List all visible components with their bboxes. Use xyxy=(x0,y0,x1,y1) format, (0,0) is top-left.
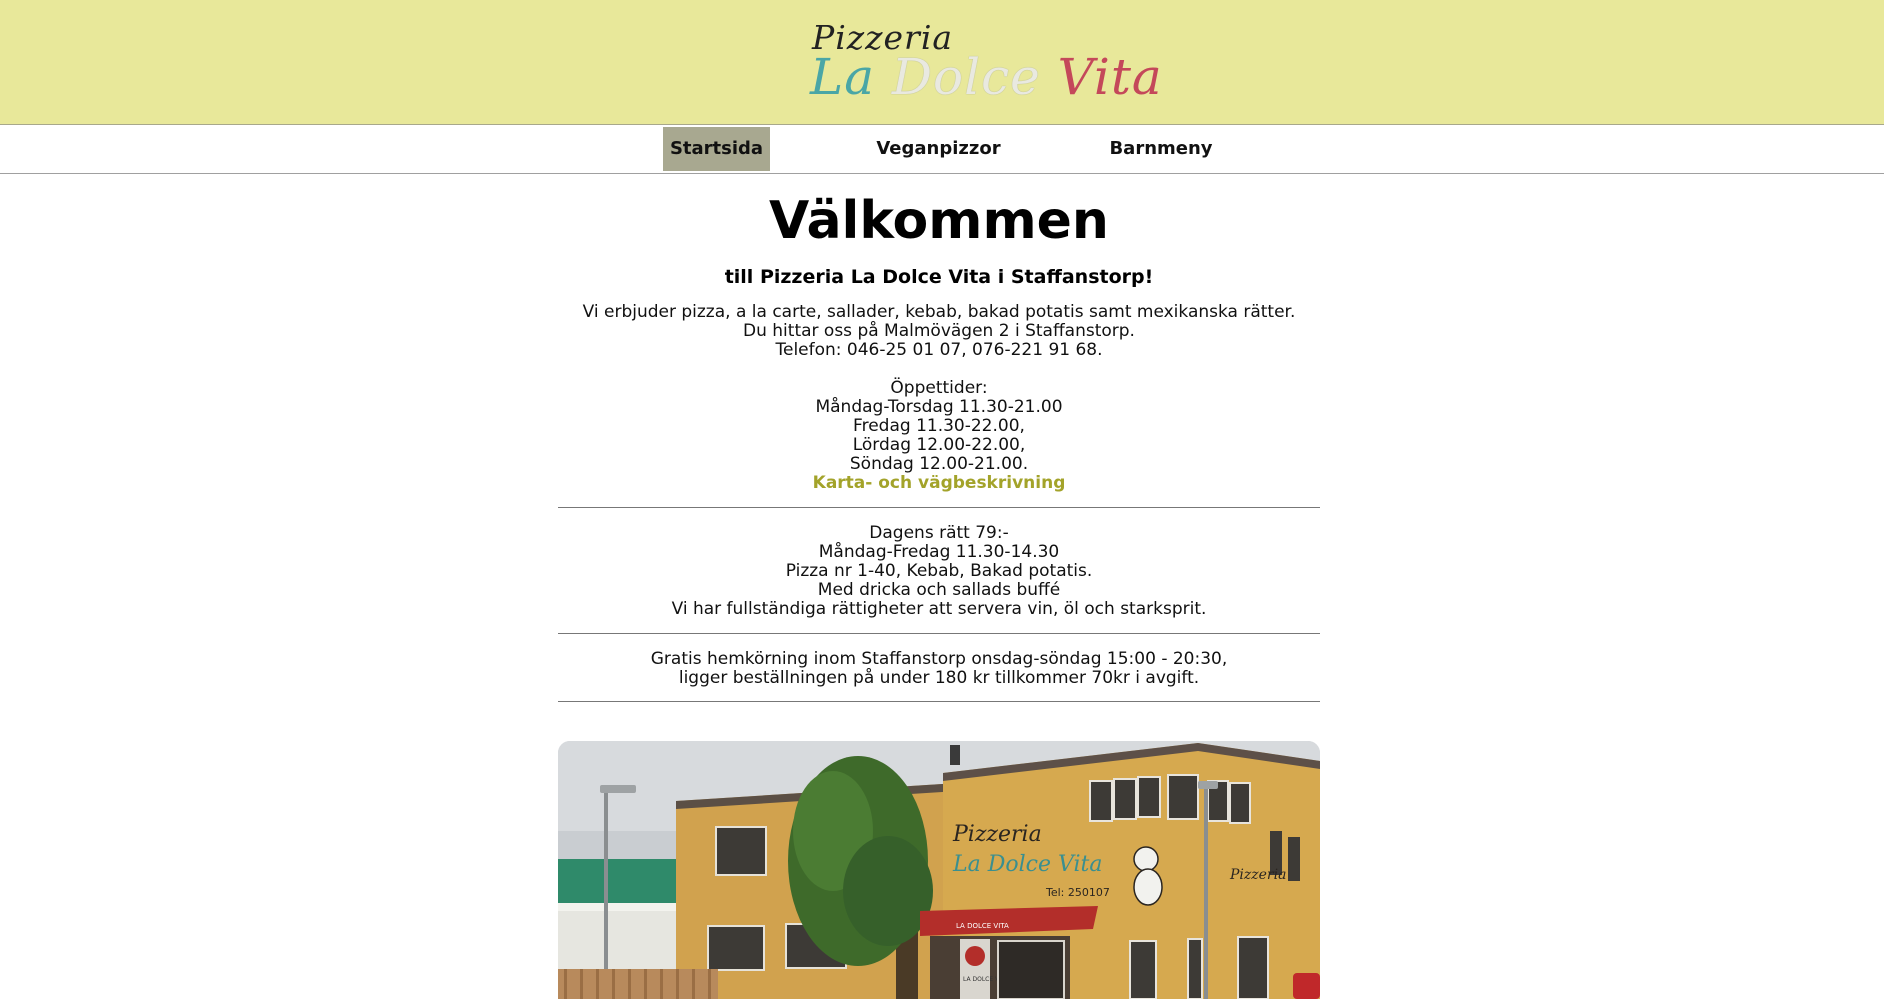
restaurant-photo: Pizzeria La Dolce Vita Tel: 250107 Pizze… xyxy=(558,741,1320,999)
page-subtitle: till Pizzeria La Dolce Vita i Staffansto… xyxy=(724,266,1154,288)
photo-sign-name: La Dolce Vita xyxy=(952,852,1102,877)
intro-line: Vi erbjuder pizza, a la carte, sallader,… xyxy=(582,302,1296,322)
main-content: Välkommen till Pizzeria La Dolce Vita i … xyxy=(558,173,1320,702)
delivery-line: ligger beställningen på under 180 kr til… xyxy=(678,668,1200,688)
pizzeria-logo[interactable]: Pizzeria La Dolce Vita xyxy=(810,14,1162,106)
logo-name: La Dolce Vita xyxy=(810,48,1163,106)
main-navigation: Startsida Veganpizzor Barnmeny xyxy=(0,125,1884,174)
lunch-info: Dagens rätt 79:- Måndag-Fredag 11.30-14.… xyxy=(558,524,1320,619)
photo-sign-tel: Tel: 250107 xyxy=(1045,886,1110,899)
nav-item-startsida[interactable]: Startsida xyxy=(663,127,770,171)
svg-text:Pizzeria: Pizzeria xyxy=(1229,867,1286,883)
page-title: Välkommen xyxy=(769,191,1109,251)
logo-word-vita: Vita xyxy=(1057,48,1163,106)
lunch-extras: Med dricka och sallads buffé xyxy=(817,580,1061,600)
logo-word-dolce: Dolce xyxy=(891,48,1041,106)
hours-line: Söndag 12.00-21.00. xyxy=(849,454,1029,474)
hours-line: Fredag 11.30-22.00, xyxy=(853,416,1025,436)
divider xyxy=(558,507,1320,508)
hours-heading: Öppettider: xyxy=(890,378,988,398)
delivery-info: Gratis hemkörning inom Staffanstorp onsd… xyxy=(558,650,1320,688)
intro-text: Vi erbjuder pizza, a la carte, sallader,… xyxy=(558,303,1320,493)
map-directions-link[interactable]: Karta- och vägbeskrivning xyxy=(813,473,1066,493)
divider xyxy=(558,701,1320,702)
divider xyxy=(558,633,1320,634)
hours-line: Måndag-Torsdag 11.30-21.00 xyxy=(815,397,1063,417)
site-header: Pizzeria La Dolce Vita xyxy=(0,0,1884,125)
photo-sign-pizzeria: Pizzeria xyxy=(952,822,1042,847)
lunch-hours: Måndag-Fredag 11.30-14.30 xyxy=(818,542,1060,562)
address-line: Du hittar oss på Malmövägen 2 i Staffans… xyxy=(743,321,1135,341)
nav-item-barnmeny[interactable]: Barnmeny xyxy=(1095,127,1227,171)
license-info: Vi har fullständiga rättigheter att serv… xyxy=(671,599,1207,619)
hours-line: Lördag 12.00-22.00, xyxy=(852,435,1026,455)
phone-line: Telefon: 046-25 01 07, 076-221 91 68. xyxy=(775,340,1103,360)
logo-word-la: La xyxy=(810,48,876,106)
nav-item-veganpizzor[interactable]: Veganpizzor xyxy=(858,127,1019,171)
lunch-price: Dagens rätt 79:- xyxy=(869,523,1009,543)
lunch-dishes: Pizza nr 1-40, Kebab, Bakad potatis. xyxy=(785,561,1093,581)
photo-awning-text: LA DOLCE VITA xyxy=(956,922,1009,930)
delivery-line: Gratis hemkörning inom Staffanstorp onsd… xyxy=(650,649,1228,669)
